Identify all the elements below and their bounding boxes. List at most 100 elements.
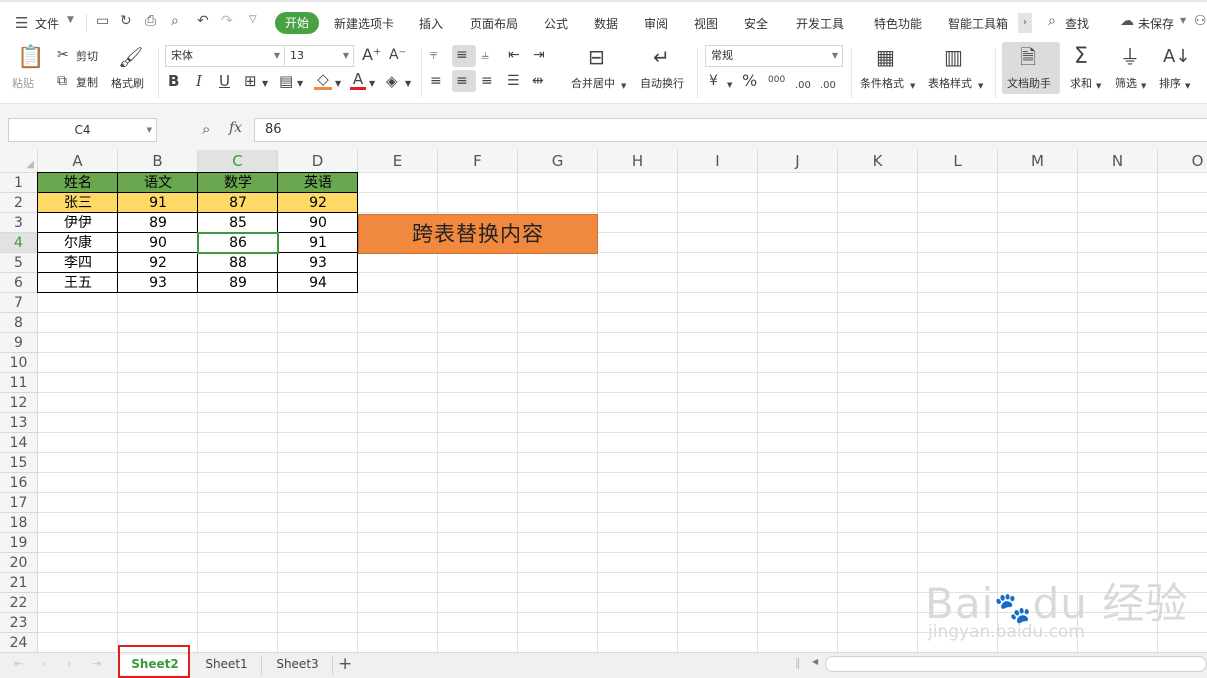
column-header-m[interactable]: M xyxy=(998,150,1078,173)
format-painter-button[interactable]: 格式刷 xyxy=(111,75,144,91)
table-cell[interactable]: 92 xyxy=(118,253,198,273)
chevron-down-icon[interactable]: ▼ xyxy=(910,78,915,94)
increase-decimal-button[interactable]: .00 xyxy=(795,78,811,94)
table-cell[interactable]: 91 xyxy=(118,193,198,213)
row-header-3[interactable]: 3 xyxy=(0,213,38,233)
column-header-i[interactable]: I xyxy=(678,150,758,173)
align-center-icon[interactable]: ≡ xyxy=(456,73,468,89)
conditional-format-button[interactable]: 条件格式 xyxy=(860,75,904,91)
wrap-text-icon[interactable]: ↵ xyxy=(653,46,670,68)
name-box[interactable]: C4 ▼ xyxy=(8,118,157,142)
bold-button[interactable]: B xyxy=(168,73,179,89)
paste-icon[interactable]: 📋 xyxy=(17,46,44,70)
save-status[interactable]: 未保存 xyxy=(1138,15,1174,32)
last-sheet-icon[interactable]: ⇥ xyxy=(92,657,101,670)
table-cell[interactable]: 尔康 xyxy=(38,233,118,253)
tab-smart-toolbox[interactable]: 智能工具箱 xyxy=(948,15,1008,32)
row-header-15[interactable]: 15 xyxy=(0,453,38,473)
formula-input[interactable]: 86 xyxy=(254,118,1207,142)
row-header-6[interactable]: 6 xyxy=(0,273,38,293)
row-header-14[interactable]: 14 xyxy=(0,433,38,453)
cut-button[interactable]: 剪切 xyxy=(76,48,98,64)
file-menu[interactable]: 文件 xyxy=(35,15,59,32)
chevron-down-icon[interactable]: ▼ xyxy=(67,15,74,25)
user-icon[interactable]: ⚇ xyxy=(1194,13,1207,29)
table-style-icon[interactable]: ▥ xyxy=(944,46,963,68)
sort-icon[interactable]: A↓ xyxy=(1163,46,1190,68)
row-header-8[interactable]: 8 xyxy=(0,313,38,333)
redo-icon[interactable]: ↷ xyxy=(221,13,233,29)
clear-format-icon[interactable]: ◈ xyxy=(386,73,398,89)
chevron-down-icon[interactable]: ▼ xyxy=(1096,78,1101,94)
increase-font-icon[interactable]: A⁺ xyxy=(362,47,381,63)
tab-home[interactable]: 开始 xyxy=(275,12,319,34)
copy-icon[interactable]: ⧉ xyxy=(57,73,67,89)
copy-button[interactable]: 复制 xyxy=(76,74,98,90)
table-cell[interactable]: 90 xyxy=(118,233,198,253)
sheet-tab-sheet1[interactable]: Sheet1 xyxy=(192,655,262,675)
prev-sheet-icon[interactable]: ‹ xyxy=(42,657,46,670)
row-header-22[interactable]: 22 xyxy=(0,593,38,613)
table-cell[interactable]: 90 xyxy=(278,213,358,233)
scissors-icon[interactable]: ✂ xyxy=(57,47,69,63)
format-painter-icon[interactable]: 🖌 xyxy=(118,46,143,68)
table-cell[interactable]: 伊伊 xyxy=(38,213,118,233)
sheet-tab-sheet3[interactable]: Sheet3 xyxy=(263,655,333,675)
table-cell[interactable]: 王五 xyxy=(38,273,118,293)
row-header-13[interactable]: 13 xyxy=(0,413,38,433)
filter-button[interactable]: 筛选 xyxy=(1115,75,1137,91)
column-header-k[interactable]: K xyxy=(838,150,918,173)
chevron-down-icon[interactable]: ▼ xyxy=(1141,78,1146,94)
chevron-down-icon[interactable]: ▼ xyxy=(297,76,303,92)
tab-review[interactable]: 审阅 xyxy=(644,15,668,32)
column-header-e[interactable]: E xyxy=(358,150,438,173)
column-header-h[interactable]: H xyxy=(598,150,678,173)
wrap-text-button[interactable]: 自动换行 xyxy=(640,75,684,91)
scroll-left-icon[interactable]: ◀ xyxy=(812,657,818,666)
chevron-down-icon[interactable]: ▼ xyxy=(621,78,626,94)
number-format-select[interactable]: 常规 ▼ xyxy=(705,45,843,67)
sum-icon[interactable]: Σ xyxy=(1074,46,1088,68)
doc-assistant-button[interactable]: 文档助手 xyxy=(1007,75,1051,91)
row-header-11[interactable]: 11 xyxy=(0,373,38,393)
column-header-f[interactable]: F xyxy=(438,150,518,173)
borders-icon[interactable]: ⊞ xyxy=(244,73,257,89)
hamburger-icon[interactable]: ☰ xyxy=(15,14,28,32)
quick-access-more-icon[interactable]: ▽ xyxy=(249,14,257,25)
chevron-down-icon[interactable]: ▼ xyxy=(262,76,268,92)
table-cell[interactable]: 张三 xyxy=(38,193,118,213)
paste-button[interactable]: 粘贴 xyxy=(12,75,34,91)
row-header-7[interactable]: 7 xyxy=(0,293,38,313)
table-style-button[interactable]: 表格样式 xyxy=(928,75,972,91)
align-top-icon[interactable]: ⫧ xyxy=(430,47,438,63)
row-header-12[interactable]: 12 xyxy=(0,393,38,413)
tab-security[interactable]: 安全 xyxy=(744,15,768,32)
row-header-24[interactable]: 24 xyxy=(0,633,38,652)
currency-icon[interactable]: ¥ xyxy=(709,73,718,89)
fill-style-icon[interactable]: ▤ xyxy=(279,73,293,89)
chevron-down-icon[interactable]: ▼ xyxy=(335,76,341,92)
font-color-button[interactable]: A xyxy=(350,71,366,90)
percent-button[interactable]: % xyxy=(742,73,757,89)
table-cell[interactable]: 91 xyxy=(278,233,358,253)
row-header-23[interactable]: 23 xyxy=(0,613,38,633)
column-header-o[interactable]: O xyxy=(1158,150,1207,173)
table-cell[interactable]: 89 xyxy=(198,273,278,293)
row-header-2[interactable]: 2 xyxy=(0,193,38,213)
column-header-c[interactable]: C xyxy=(198,150,278,173)
tab-special[interactable]: 特色功能 xyxy=(874,15,922,32)
zoom-icon[interactable]: ⌕ xyxy=(202,120,210,138)
column-header-n[interactable]: N xyxy=(1078,150,1158,173)
search-icon[interactable]: ⌕ xyxy=(1048,13,1056,29)
chevron-down-icon[interactable]: ▼ xyxy=(978,78,983,94)
justify-icon[interactable]: ☰ xyxy=(507,73,520,89)
column-header-b[interactable]: B xyxy=(118,150,198,173)
italic-button[interactable]: I xyxy=(196,73,202,89)
tab-formulas[interactable]: 公式 xyxy=(544,15,568,32)
font-size-select[interactable]: 13 ▼ xyxy=(284,45,354,67)
table-header-cell[interactable]: 英语 xyxy=(278,173,358,193)
decrease-decimal-button[interactable]: .00 xyxy=(820,78,836,94)
align-left-icon[interactable]: ≡ xyxy=(430,73,442,89)
column-header-j[interactable]: J xyxy=(758,150,838,173)
row-header-21[interactable]: 21 xyxy=(0,573,38,593)
